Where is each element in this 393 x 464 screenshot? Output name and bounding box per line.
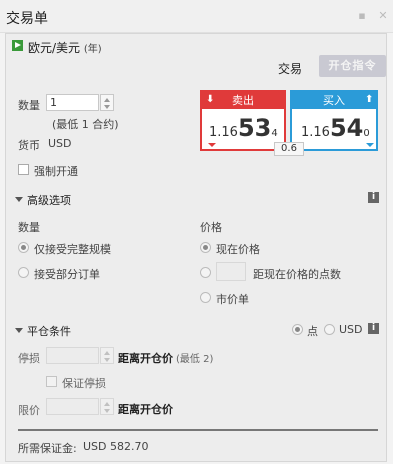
sell-dropdown-icon[interactable] [208, 143, 216, 147]
pin-icon[interactable]: ▪ [356, 10, 368, 22]
spread-value: 0.6 [274, 142, 304, 156]
scrollbar[interactable] [18, 429, 378, 431]
amount-input[interactable]: 1 [46, 94, 99, 111]
open-order-button[interactable]: 开仓指令 [319, 55, 386, 77]
close-conditions-title[interactable]: 平仓条件 [27, 323, 71, 339]
buy-price-prefix: 1.16 [301, 125, 330, 140]
close-icon[interactable]: ✕ [377, 10, 389, 22]
full-size-label: 仅接受完整规模 [34, 243, 111, 256]
currency-label: 货币 [18, 139, 40, 152]
stop-distance-label: 距离开仓价 [118, 352, 173, 365]
unit-usd-radio[interactable] [324, 324, 335, 335]
advanced-options-title[interactable]: 高级选项 [27, 192, 71, 208]
margin-label: 所需保证金: [18, 442, 77, 455]
title-bar [0, 0, 393, 33]
unit-points-radio[interactable] [292, 324, 303, 335]
instrument-name: 欧元/美元 [28, 41, 81, 55]
chevron-down-icon[interactable] [15, 197, 23, 202]
market-order-label: 市价单 [216, 293, 249, 306]
unit-points-label: 点 [307, 325, 318, 338]
sell-price-prefix: 1.16 [209, 125, 238, 140]
amount-min-note: (最低 1 合约) [52, 118, 119, 131]
arrow-up-icon: ⬆ [365, 94, 374, 105]
points-input[interactable] [216, 262, 246, 281]
buy-label: 买入 [323, 94, 345, 107]
guaranteed-stop-label: 保证停损 [62, 377, 106, 390]
force-open-checkbox[interactable] [18, 164, 29, 175]
buy-price-pip: 0 [363, 128, 370, 139]
window-title: 交易单 [6, 11, 48, 27]
stop-loss-label: 停损 [18, 352, 40, 365]
sell-price-pip: 4 [271, 128, 278, 139]
margin-value: USD 582.70 [83, 440, 149, 453]
amount-label: 数量 [18, 99, 40, 112]
limit-distance-label: 距离开仓价 [118, 403, 173, 416]
play-icon [12, 40, 23, 51]
full-size-radio[interactable] [18, 242, 29, 253]
amount-stepper[interactable] [100, 94, 114, 111]
limit-stepper[interactable] [100, 398, 114, 415]
limit-label: 限价 [18, 404, 40, 417]
buy-dropdown-icon[interactable] [366, 143, 374, 147]
info-icon[interactable]: i [368, 323, 379, 334]
points-from-price-label: 距现在价格的点数 [253, 268, 341, 281]
sell-price-big: 53 [237, 114, 272, 142]
force-open-label: 强制开通 [34, 165, 78, 178]
arrow-down-icon: ⬇ [206, 94, 215, 105]
instrument-suffix: (年) [83, 44, 102, 55]
tab-trade[interactable]: 交易 [278, 60, 302, 77]
quantity-label: 数量 [18, 221, 40, 234]
unit-usd-label: USD [339, 323, 363, 336]
current-price-radio[interactable] [200, 242, 211, 253]
stop-loss-input[interactable] [46, 347, 99, 364]
buy-price: 1.16540 [301, 114, 370, 142]
stop-loss-stepper[interactable] [100, 347, 114, 364]
current-price-label: 现在价格 [216, 243, 260, 256]
points-from-price-radio[interactable] [200, 267, 211, 278]
sell-price: 1.16534 [209, 114, 278, 142]
instrument-title: 欧元/美元 (年) [28, 39, 102, 56]
stop-min-note: (最低 2) [176, 354, 214, 365]
currency-value: USD [48, 137, 72, 150]
sell-label: 卖出 [232, 94, 254, 107]
buy-price-big: 54 [329, 114, 364, 142]
price-label: 价格 [200, 221, 222, 234]
buy-header: 买入 [292, 92, 376, 109]
info-icon[interactable]: i [368, 192, 379, 203]
partial-order-radio[interactable] [18, 267, 29, 278]
limit-input[interactable] [46, 398, 99, 415]
chevron-down-icon[interactable] [15, 328, 23, 333]
guaranteed-stop-checkbox[interactable] [46, 376, 57, 387]
market-order-radio[interactable] [200, 292, 211, 303]
partial-order-label: 接受部分订单 [34, 268, 100, 281]
